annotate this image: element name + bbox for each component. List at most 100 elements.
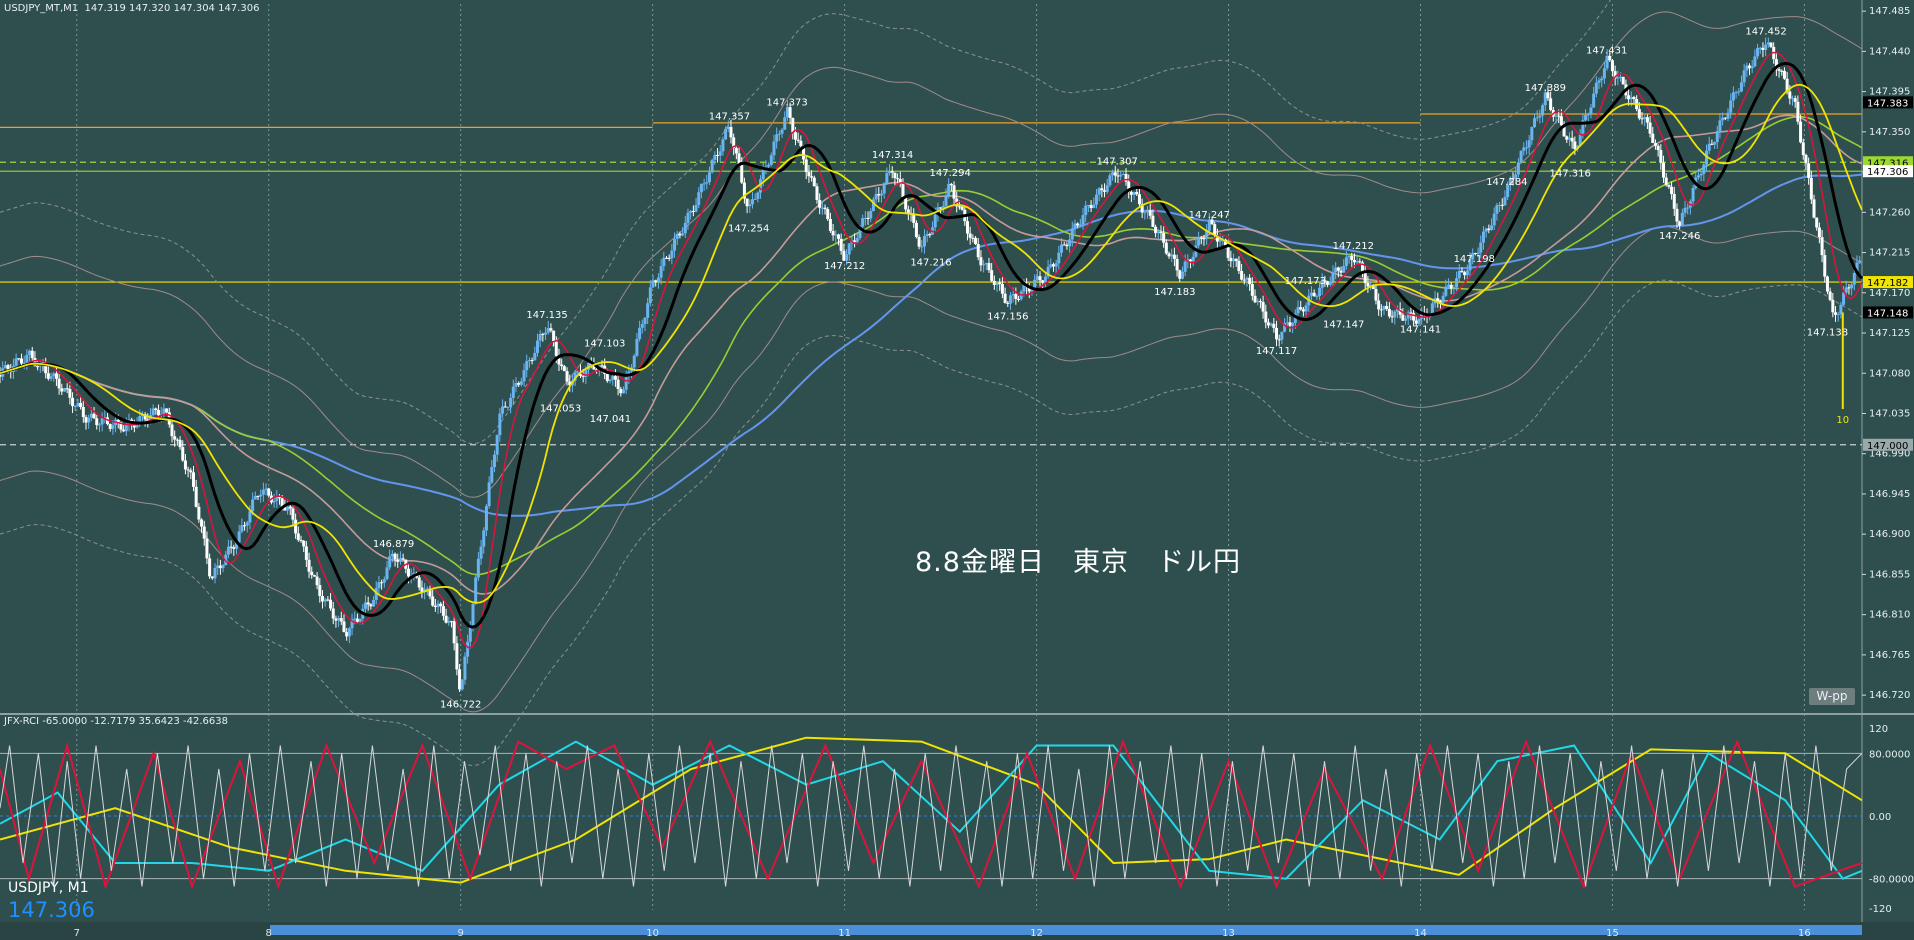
- candle-body: [320, 596, 324, 602]
- candle-body: [1495, 205, 1499, 214]
- price-tick-label: 147.350: [1869, 127, 1910, 138]
- price-annotation: 147.141: [1400, 325, 1441, 336]
- candle-body: [183, 460, 187, 470]
- candle-body: [1602, 68, 1606, 79]
- candle-body: [772, 141, 776, 156]
- candle-body: [976, 244, 980, 258]
- candle-body: [1175, 258, 1179, 271]
- candle-body: [1258, 301, 1262, 303]
- candle-body: [1584, 114, 1588, 121]
- candle-body: [22, 362, 26, 364]
- candle-body: [775, 134, 779, 142]
- candle-body: [1549, 98, 1553, 110]
- candle-body: [960, 206, 964, 210]
- candle-body: [60, 388, 64, 392]
- candle-body: [503, 406, 507, 408]
- candle-body: [208, 558, 212, 577]
- candle-body: [525, 361, 529, 371]
- wpp-badge[interactable]: W-pp: [1809, 688, 1855, 705]
- candle-body: [1094, 194, 1098, 205]
- candle-body: [890, 171, 894, 173]
- candle-body: [1170, 254, 1174, 257]
- candle-body: [1739, 82, 1743, 92]
- candle-body: [170, 424, 174, 437]
- candle-body: [1065, 244, 1069, 247]
- candle-body: [815, 186, 819, 200]
- candle-body: [1758, 47, 1762, 49]
- candle-body: [1331, 272, 1335, 282]
- candle-body: [893, 172, 897, 179]
- candle-body: [202, 526, 206, 539]
- candle-body: [1232, 258, 1236, 262]
- candle-body: [30, 350, 34, 359]
- candle-body: [549, 328, 553, 331]
- candle-body: [1430, 303, 1434, 314]
- candle-body: [1229, 257, 1233, 262]
- candle-body: [498, 413, 502, 436]
- candle-body: [1597, 80, 1601, 83]
- candle-body: [1312, 292, 1316, 297]
- candle-body: [310, 571, 314, 576]
- candle-body: [1721, 117, 1725, 121]
- candle-body: [248, 511, 252, 523]
- candle-body: [691, 210, 695, 212]
- candle-body: [882, 183, 886, 194]
- rci-level-label: 80.0000: [1869, 749, 1910, 760]
- candle-body: [1465, 270, 1469, 276]
- candle-body: [175, 439, 179, 441]
- candle-body: [95, 418, 99, 426]
- candle-body: [1441, 295, 1445, 303]
- candle-body: [304, 546, 308, 560]
- candle-body: [621, 389, 625, 394]
- candle-body: [1226, 247, 1230, 258]
- price-tick-label: 147.485: [1869, 6, 1910, 17]
- candle-body: [1240, 271, 1244, 280]
- candle-body: [1753, 56, 1757, 67]
- candle-body: [398, 558, 402, 562]
- price-tick-label: 147.125: [1869, 328, 1910, 339]
- candle-body: [151, 408, 155, 416]
- candle-body: [1481, 231, 1485, 243]
- candle-body: [527, 360, 531, 362]
- time-tick-label: 9: [458, 928, 464, 939]
- candle-body: [1014, 294, 1018, 299]
- candle-body: [1234, 258, 1238, 261]
- candle-body: [519, 381, 523, 385]
- candle-body: [200, 519, 204, 527]
- candle-body: [1100, 188, 1104, 191]
- candle-body: [1769, 42, 1773, 47]
- candle-body: [1261, 302, 1265, 312]
- candle-body: [1121, 174, 1125, 176]
- candle-body: [863, 217, 867, 219]
- candle-body: [1498, 204, 1502, 206]
- candle-body: [382, 579, 386, 583]
- candle-body: [1154, 226, 1158, 234]
- candle-body: [1731, 92, 1735, 101]
- candle-body: [1780, 70, 1784, 72]
- candle-body: [71, 397, 75, 407]
- candle-body: [1460, 270, 1464, 273]
- candle-body: [1078, 224, 1082, 226]
- candle-body: [441, 606, 445, 616]
- candle-body: [1702, 164, 1706, 174]
- candle-body: [683, 222, 687, 234]
- candle-body: [1662, 162, 1666, 178]
- candle-body: [84, 417, 88, 423]
- candle-body: [560, 364, 564, 367]
- candle-body: [788, 107, 792, 118]
- candle-body: [1678, 221, 1682, 226]
- candle-body: [1815, 217, 1819, 228]
- candle-body: [855, 237, 859, 243]
- price-chart[interactable]: 7 8 9 10 11 12 13 14 15 16147.485147.440147.39514…: [0, 0, 1914, 940]
- candle-body: [1183, 261, 1187, 272]
- candle-body: [245, 522, 249, 526]
- candle-body: [1707, 143, 1711, 151]
- candle-body: [879, 193, 883, 196]
- chart-window: 7 8 9 10 11 12 13 14 15 16 147.485 147.440 147.395 14…: [0, 0, 1914, 940]
- candle-body: [517, 383, 521, 385]
- candle-body: [1729, 100, 1733, 113]
- candle-body: [1479, 242, 1483, 253]
- candle-body: [1452, 287, 1456, 289]
- candle-body: [1199, 237, 1203, 239]
- candle-body: [100, 418, 104, 425]
